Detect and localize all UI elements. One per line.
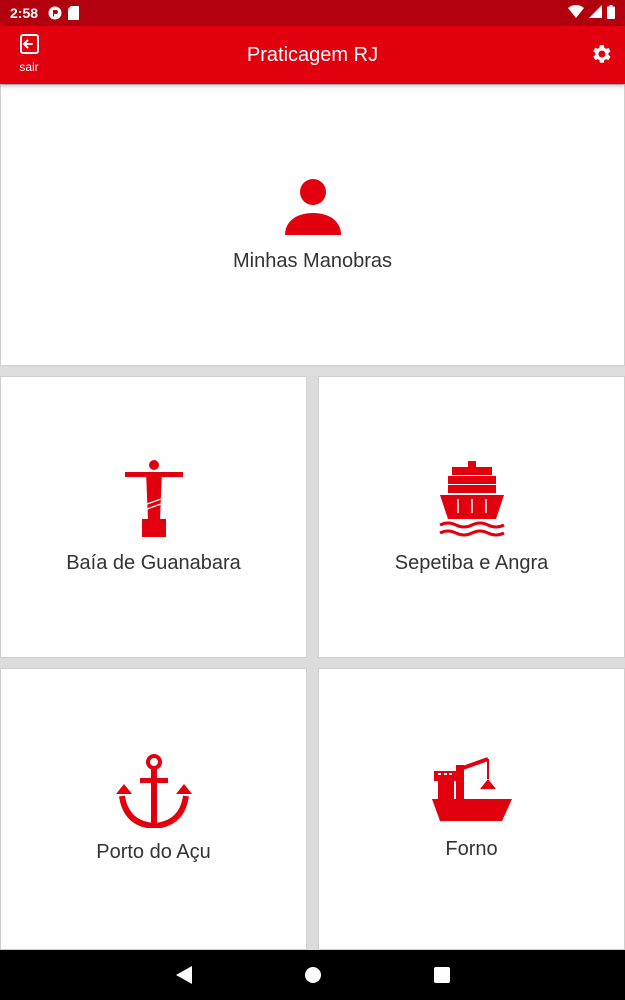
tile-sepetiba-e-angra[interactable]: Sepetiba e Angra — [318, 376, 625, 658]
app-notification-icon — [48, 6, 62, 20]
tile-forno[interactable]: Forno — [318, 668, 625, 950]
container-ship-icon — [438, 459, 506, 544]
app-title: Praticagem RJ — [246, 43, 379, 66]
tile-label: Forno — [445, 838, 498, 860]
exit-icon — [18, 34, 40, 59]
settings-gear-icon[interactable] — [589, 42, 613, 71]
crane-ship-icon — [431, 757, 512, 830]
person-icon — [283, 177, 343, 242]
navigation-bar — [0, 950, 625, 1000]
wifi-icon — [568, 4, 584, 21]
sd-card-icon — [68, 6, 80, 20]
signal-icon — [589, 5, 602, 21]
tile-baia-de-guanabara[interactable]: Baía de Guanabara — [0, 376, 307, 658]
app-bar: sair Praticagem RJ — [0, 26, 625, 84]
back-icon[interactable] — [175, 966, 192, 984]
battery-icon — [607, 4, 615, 22]
christ-redeemer-icon — [122, 459, 186, 544]
tile-minhas-manobras[interactable]: Minhas Manobras — [0, 84, 625, 366]
home-icon[interactable] — [304, 966, 322, 984]
exit-label: sair — [19, 60, 39, 74]
status-time: 2:58 — [10, 5, 39, 21]
tile-label: Porto do Açu — [96, 841, 211, 863]
tile-label: Baía de Guanabara — [66, 552, 241, 574]
tile-label: Sepetiba e Angra — [394, 552, 549, 574]
anchor-icon — [115, 754, 192, 833]
tile-label: Minhas Manobras — [233, 250, 392, 272]
exit-button[interactable]: sair — [12, 34, 46, 74]
status-bar: 2:58 — [0, 0, 625, 26]
tile-porto-do-acu[interactable]: Porto do Açu — [0, 668, 307, 950]
recents-icon[interactable] — [433, 967, 450, 983]
